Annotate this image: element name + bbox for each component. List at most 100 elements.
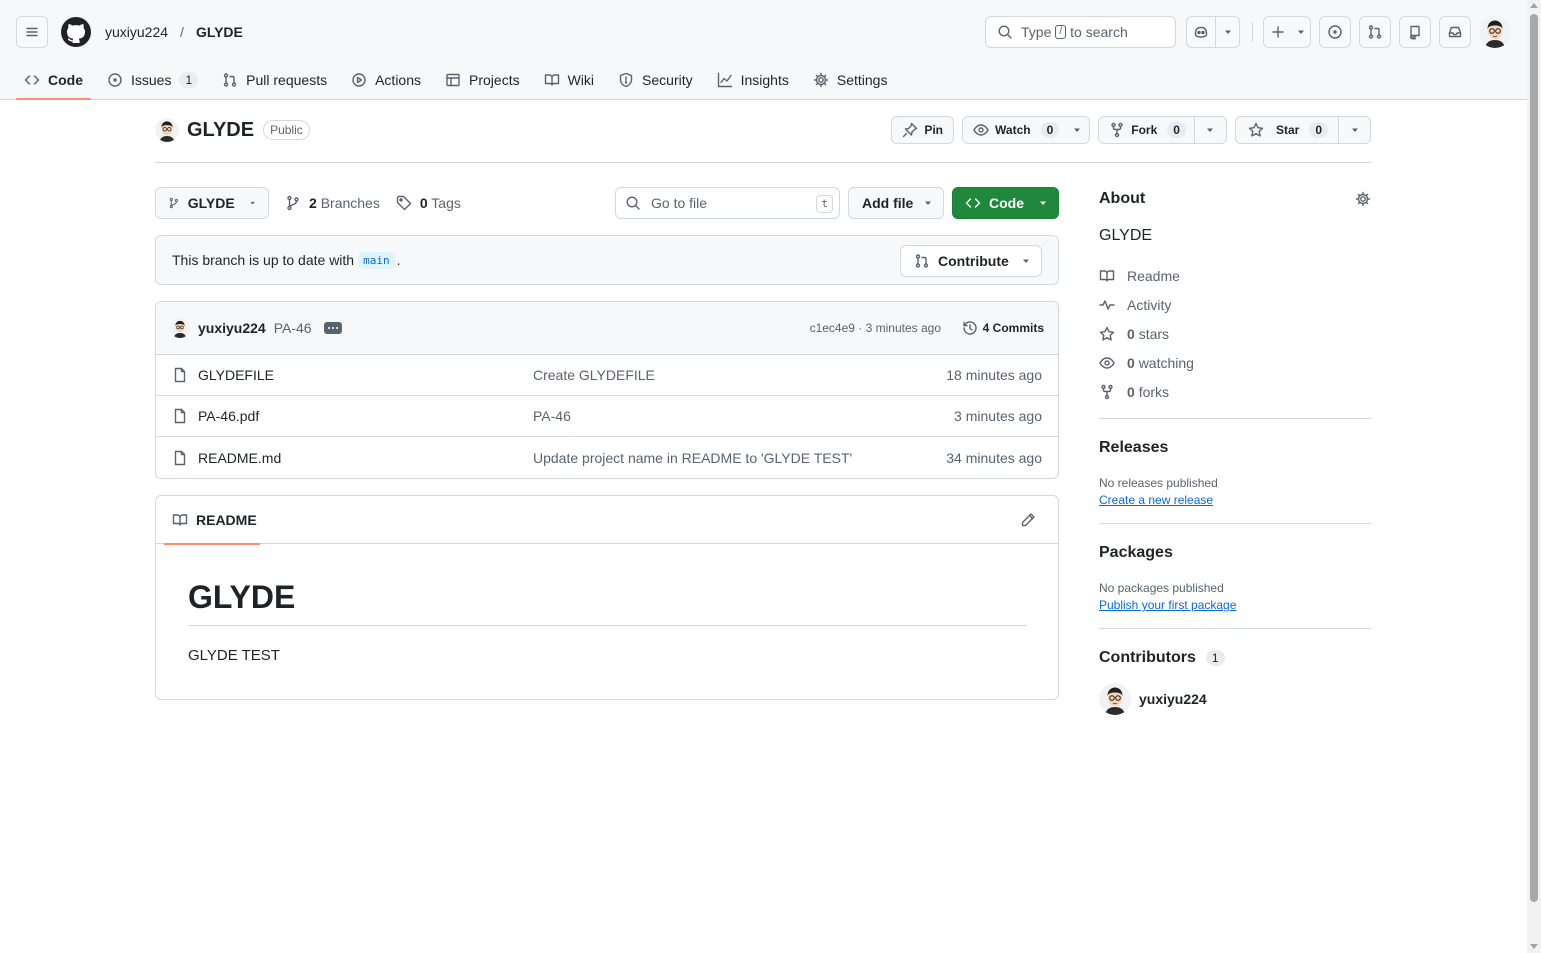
copilot-button[interactable] (1186, 16, 1240, 48)
triangle-down-icon (250, 201, 255, 205)
watch-count: 0 (1040, 122, 1060, 138)
watch-dropdown[interactable] (1065, 117, 1089, 143)
go-to-file-input[interactable]: Go to file t (615, 187, 840, 219)
commit-author[interactable]: yuxiyu224 (198, 320, 266, 336)
tab-projects[interactable]: Projects (437, 60, 528, 100)
tab-wiki[interactable]: Wiki (536, 60, 602, 100)
code-button[interactable]: Code (952, 187, 1059, 219)
commits-link[interactable]: 4 Commits (962, 320, 1044, 336)
eye-icon (1099, 356, 1115, 369)
branches-link[interactable]: 2 Branches (285, 195, 380, 211)
commit-message[interactable]: PA-46 (274, 320, 312, 336)
contributor-name[interactable]: yuxiyu224 (1139, 691, 1207, 707)
contributor-avatar[interactable] (1099, 683, 1131, 715)
page-scrollbar[interactable] (1527, 0, 1541, 953)
scroll-up-arrow[interactable] (1530, 3, 1538, 8)
tab-security[interactable]: Security (610, 60, 701, 100)
ellipsis-icon[interactable] (323, 322, 342, 334)
fork-button[interactable]: Fork 0 (1098, 116, 1227, 144)
about-description: GLYDE (1099, 227, 1153, 244)
packages-title[interactable]: Packages (1099, 544, 1371, 562)
pull-requests-button[interactable] (1359, 16, 1391, 48)
code-label: Code (989, 195, 1024, 211)
branch-selector[interactable]: GLYDE (155, 187, 269, 219)
gear-icon[interactable] (1355, 191, 1371, 207)
copilot-icon (1194, 26, 1208, 38)
readme-link[interactable]: Readme (1099, 261, 1371, 290)
tab-code[interactable]: Code (16, 60, 91, 100)
file-row[interactable]: GLYDEFILE Create GLYDEFILE 18 minutes ag… (156, 355, 1058, 396)
repositories-button[interactable] (1399, 16, 1431, 48)
tags-count: 0 (419, 195, 428, 211)
shield-icon (619, 72, 633, 88)
scroll-down-arrow[interactable] (1530, 944, 1538, 949)
publish-package-link[interactable]: Publish your first package (1099, 598, 1371, 612)
releases-title[interactable]: Releases (1099, 439, 1371, 457)
create-new-dropdown[interactable] (1292, 17, 1310, 47)
pin-label: Pin (924, 123, 944, 137)
commit-author-avatar[interactable] (170, 318, 190, 338)
tab-label: Code (48, 72, 83, 88)
global-search-input[interactable]: Type / to search (985, 16, 1176, 48)
star-dropdown[interactable] (1338, 117, 1370, 143)
copilot-main[interactable] (1187, 17, 1215, 47)
github-logo-icon[interactable] (60, 16, 92, 48)
file-name[interactable]: GLYDEFILE (198, 367, 274, 383)
copilot-dropdown[interactable] (1215, 17, 1239, 47)
file-commit-message[interactable]: Update project name in README to 'GLYDE … (533, 450, 852, 466)
watch-button[interactable]: Watch 0 (962, 116, 1091, 144)
pencil-icon[interactable] (1020, 512, 1036, 528)
contributors-header: Contributors 1 (1099, 649, 1371, 667)
tab-actions[interactable]: Actions (343, 60, 429, 100)
tab-label: Pull requests (246, 72, 328, 88)
readme-tab[interactable]: README (164, 496, 260, 545)
watching-link[interactable]: 0 watching (1099, 348, 1371, 377)
file-name[interactable]: README.md (198, 450, 281, 466)
stars-link[interactable]: 0 stars (1099, 319, 1371, 348)
header-divider (1252, 22, 1253, 42)
repo-name[interactable]: GLYDE (187, 119, 254, 142)
file-commit-message[interactable]: Create GLYDEFILE (533, 367, 655, 383)
book-icon (172, 514, 188, 526)
issues-button[interactable] (1319, 16, 1351, 48)
header-actions: Type / to search (985, 16, 1511, 48)
triangle-down-icon (1022, 259, 1029, 263)
menu-button[interactable] (16, 16, 48, 48)
pin-button[interactable]: Pin (891, 116, 955, 144)
repo-icon (1409, 25, 1420, 40)
file-row[interactable]: README.md Update project name in README … (156, 437, 1058, 478)
file-row[interactable]: PA-46.pdf PA-46 3 minutes ago (156, 396, 1058, 437)
contribute-button[interactable]: Contribute (900, 245, 1042, 277)
create-new-main[interactable] (1264, 17, 1292, 47)
user-avatar[interactable] (1479, 16, 1511, 48)
owner-avatar[interactable] (155, 118, 179, 142)
owner-link[interactable]: yuxiyu224 (105, 24, 168, 40)
add-file-button[interactable]: Add file (848, 187, 944, 219)
star-button[interactable]: Star 0 (1234, 116, 1371, 144)
tags-link[interactable]: 0 Tags (396, 195, 461, 211)
pulse-icon (1099, 299, 1115, 310)
global-header: yuxiyu224 / GLYDE Type / to search Code … (0, 0, 1527, 100)
tab-settings[interactable]: Settings (805, 60, 896, 100)
commit-meta[interactable]: c1ec4e9 · 3 minutes ago (810, 321, 941, 335)
tab-pull-requests[interactable]: Pull requests (214, 60, 335, 100)
forks-link[interactable]: 0 forks (1099, 377, 1371, 406)
branch-name: GLYDE (187, 195, 235, 211)
contributors-title[interactable]: Contributors (1099, 649, 1196, 667)
fork-dropdown[interactable] (1193, 117, 1226, 143)
create-new-button[interactable] (1263, 16, 1311, 48)
file-commit-message[interactable]: PA-46 (533, 408, 571, 424)
about-header: About (1099, 187, 1371, 211)
tab-insights[interactable]: Insights (709, 60, 797, 100)
book-icon (544, 74, 559, 86)
contributor-item[interactable]: yuxiyu224 (1099, 683, 1371, 715)
scroll-thumb[interactable] (1530, 14, 1538, 902)
tab-issues[interactable]: Issues 1 (99, 60, 206, 100)
base-branch-link[interactable]: main (358, 251, 395, 269)
file-name[interactable]: PA-46.pdf (198, 408, 259, 424)
repo-link[interactable]: GLYDE (196, 24, 243, 40)
activity-link[interactable]: Activity (1099, 290, 1371, 319)
create-release-link[interactable]: Create a new release (1099, 493, 1371, 507)
hamburger-icon (26, 27, 38, 37)
inbox-button[interactable] (1439, 16, 1471, 48)
